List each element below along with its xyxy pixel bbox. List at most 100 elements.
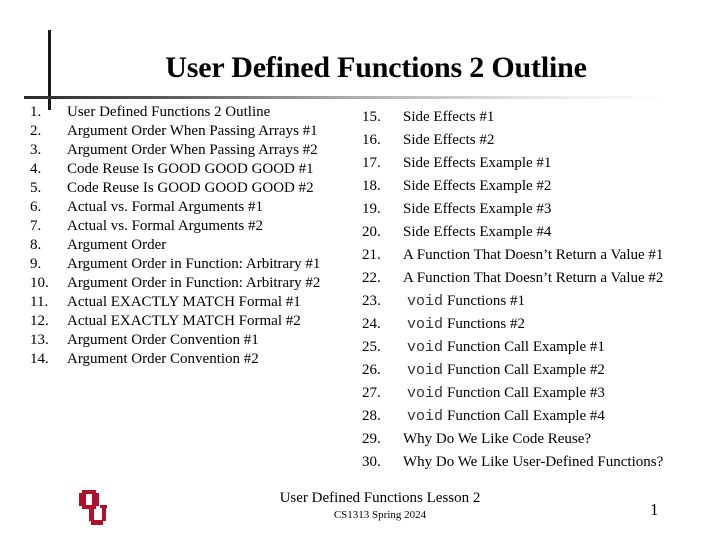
outline-item-text: void Function Call Example #4 — [403, 405, 605, 428]
outline-item-text: void Function Call Example #1 — [403, 336, 605, 359]
outline-item-label: Function Call Example #4 — [447, 408, 605, 424]
outline-item-text: A Function That Doesn’t Return a Value #… — [403, 244, 663, 267]
slide-title: User Defined Functions 2 Outline — [165, 51, 587, 84]
outline-item-label: Argument Order Convention #2 — [67, 351, 259, 367]
outline-item-text: Code Reuse Is GOOD GOOD GOOD #2 — [67, 179, 314, 198]
outline-item-label: Argument Order in Function: Arbitrary #1 — [67, 256, 321, 272]
outline-item-text: Argument Order — [67, 236, 166, 255]
outline-item-number: 11. — [30, 294, 49, 310]
outline-item-number: 4. — [30, 161, 42, 177]
outline-item-text: Actual vs. Formal Arguments #1 — [67, 198, 263, 217]
outline-item-number: 30. — [362, 454, 381, 470]
outline-item-label: Argument Order When Passing Arrays #1 — [67, 123, 318, 139]
outline-item-number: 28. — [362, 408, 381, 424]
outline-item-label: Side Effects Example #2 — [403, 178, 552, 194]
footer-lesson-title: User Defined Functions Lesson 2 — [279, 490, 481, 506]
outline-item-label: Why Do We Like Code Reuse? — [403, 431, 592, 447]
outline-item-label: Function Call Example #3 — [447, 385, 605, 401]
outline-item-code-keyword: void — [407, 362, 444, 379]
outline-item-number: 24. — [362, 316, 381, 332]
outline-item-text: Side Effects Example #3 — [403, 198, 551, 221]
outline-item-code-keyword: void — [407, 316, 444, 333]
outline-item-number: 25. — [362, 339, 381, 355]
outline-item-number: 9. — [30, 256, 42, 272]
outline-item-number: 6. — [30, 199, 42, 215]
outline-item-text: Actual EXACTLY MATCH Formal #1 — [67, 293, 301, 312]
outline-item-label: Actual vs. Formal Arguments #1 — [67, 199, 263, 215]
outline-item-number: 7. — [30, 218, 42, 234]
outline-item-text: Why Do We Like User-Defined Functions? — [403, 451, 663, 474]
outline-item-number: 8. — [30, 237, 42, 253]
outline-item-label: Actual EXACTLY MATCH Formal #2 — [67, 313, 301, 329]
outline-item-code-keyword: void — [407, 408, 444, 425]
outline-item-code-keyword: void — [407, 385, 444, 402]
outline-item-text: Argument Order Convention #1 — [67, 331, 259, 350]
outline-item-label: Function Call Example #1 — [447, 339, 605, 355]
outline-item-label: Code Reuse Is GOOD GOOD GOOD #2 — [67, 180, 314, 196]
outline-item-text: Actual vs. Formal Arguments #2 — [67, 217, 263, 236]
outline-item-label: Argument Order Convention #1 — [67, 332, 259, 348]
outline-item-text: Side Effects Example #4 — [403, 221, 551, 244]
outline-item-number: 15. — [362, 109, 381, 125]
outline-item-text: Why Do We Like Code Reuse? — [403, 428, 591, 451]
outline-item-text: Side Effects Example #1 — [403, 152, 551, 175]
outline-item-number: 19. — [362, 201, 381, 217]
outline-item-number: 21. — [362, 247, 381, 263]
outline-item-number: 12. — [30, 313, 49, 329]
outline-item-number: 13. — [30, 332, 49, 348]
outline-item-label: Function Call Example #2 — [447, 362, 605, 378]
outline-item-number: 29. — [362, 431, 381, 447]
outline-item-text: void Function Call Example #2 — [403, 359, 605, 382]
outline-item-code-keyword: void — [407, 339, 444, 356]
outline-item-number: 16. — [362, 132, 381, 148]
outline-item-label: Side Effects Example #3 — [403, 201, 552, 217]
outline-item-text: void Functions #2 — [403, 313, 525, 336]
outline-item-label: Actual EXACTLY MATCH Formal #1 — [67, 294, 301, 310]
outline-item-label: Side Effects Example #1 — [403, 155, 552, 171]
outline-item-label: Side Effects #2 — [403, 132, 495, 148]
outline-item-label: Code Reuse Is GOOD GOOD GOOD #1 — [67, 161, 314, 177]
outline-item-label: Functions #2 — [447, 316, 525, 332]
outline-item-number: 3. — [30, 142, 42, 158]
outline-item-label: A Function That Doesn’t Return a Value #… — [403, 270, 664, 286]
outline-item-text: Argument Order in Function: Arbitrary #2 — [67, 274, 320, 293]
outline-item-label: User Defined Functions 2 Outline — [67, 104, 271, 120]
outline-item-text: Argument Order When Passing Arrays #1 — [67, 122, 318, 141]
outline-item-label: Argument Order — [67, 237, 167, 253]
outline-item-number: 18. — [362, 178, 381, 194]
outline-item-label: Side Effects Example #4 — [403, 224, 552, 240]
outline-item-text: A Function That Doesn’t Return a Value #… — [403, 267, 663, 290]
outline-item-label: Actual vs. Formal Arguments #2 — [67, 218, 263, 234]
outline-item-text: Actual EXACTLY MATCH Formal #2 — [67, 312, 301, 331]
outline-item-text: Side Effects #1 — [403, 106, 494, 129]
outline-item-number: 14. — [30, 351, 49, 367]
slide-number: 1 — [650, 500, 659, 519]
outline-item-code-keyword: void — [407, 293, 444, 310]
footer-course: CS1313 Spring 2024 — [333, 509, 427, 521]
outline-item-number: 22. — [362, 270, 381, 286]
outline-item-number: 23. — [362, 293, 381, 309]
title-horizontal-rule — [24, 96, 664, 99]
outline-item-text: Argument Order in Function: Arbitrary #1 — [67, 255, 320, 274]
outline-item-text: Argument Order When Passing Arrays #2 — [67, 141, 318, 160]
outline-item-text: Side Effects Example #2 — [403, 175, 551, 198]
outline-item-number: 27. — [362, 385, 381, 401]
outline-item-number: 17. — [362, 155, 381, 171]
outline-item-number: 2. — [30, 123, 42, 139]
outline-item-label: Functions #1 — [447, 293, 525, 309]
outline-item-number: 5. — [30, 180, 42, 196]
outline-item-text: User Defined Functions 2 Outline — [67, 103, 270, 122]
outline-item-text: Side Effects #2 — [403, 129, 494, 152]
outline-item-label: Why Do We Like User-Defined Functions? — [403, 454, 664, 470]
outline-item-number: 1. — [30, 104, 42, 120]
outline-item-label: Argument Order in Function: Arbitrary #2 — [67, 275, 321, 291]
outline-item-number: 20. — [362, 224, 381, 240]
outline-item-label: Side Effects #1 — [403, 109, 495, 125]
outline-item-text: void Function Call Example #3 — [403, 382, 605, 405]
outline-item-number: 26. — [362, 362, 381, 378]
outline-item-text: Code Reuse Is GOOD GOOD GOOD #1 — [67, 160, 314, 179]
outline-item-number: 10. — [30, 275, 49, 291]
outline-item-text: void Functions #1 — [403, 290, 525, 313]
outline-item-text: Argument Order Convention #2 — [67, 350, 259, 369]
outline-item-label: Argument Order When Passing Arrays #2 — [67, 142, 318, 158]
